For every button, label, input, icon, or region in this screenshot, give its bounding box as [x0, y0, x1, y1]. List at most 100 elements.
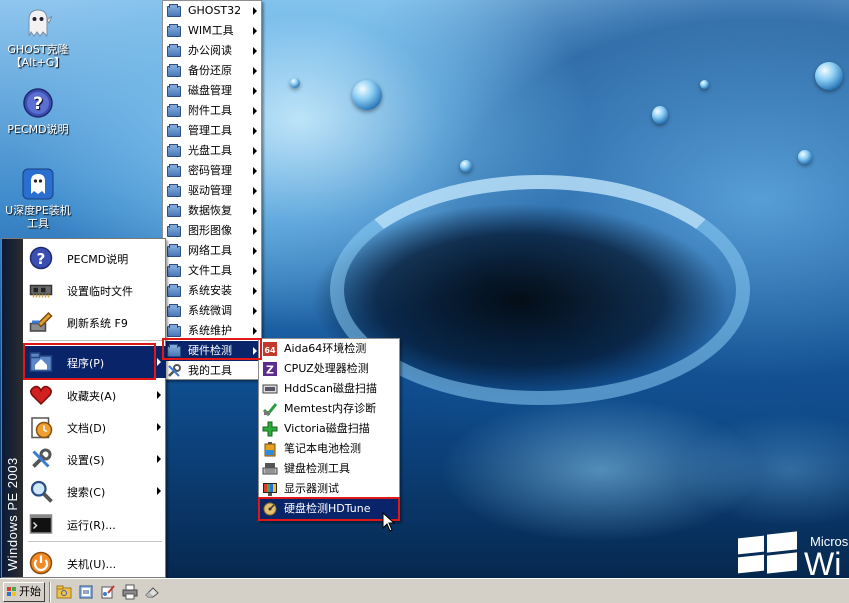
- start-menu-item-label: 刷新系统 F9: [67, 317, 128, 330]
- magnifier-icon: [29, 479, 53, 503]
- programs-menu-item[interactable]: 磁盘管理: [163, 81, 261, 101]
- eraser-icon[interactable]: [144, 584, 160, 600]
- hardware-menu-item[interactable]: Memtest内存诊断: [259, 399, 399, 419]
- programs-menu-item[interactable]: 硬件检测: [163, 341, 261, 361]
- programs-menu-item[interactable]: 文件工具: [163, 261, 261, 281]
- submenu-arrow-icon: [253, 247, 257, 255]
- mouse-cursor-icon: [382, 512, 396, 532]
- hardware-menu-item[interactable]: 键盘检测工具: [259, 459, 399, 479]
- hardware-menu-item[interactable]: HddScan磁盘扫描: [259, 379, 399, 399]
- keyboard-icon: [262, 461, 278, 477]
- programs-menu-item[interactable]: GHOST32: [163, 1, 261, 21]
- victoria-icon: [262, 421, 278, 437]
- start-menu-separator: [28, 340, 162, 341]
- terminal-icon: [29, 512, 53, 536]
- start-menu-item-label: 设置(S): [67, 454, 105, 467]
- desktop-icon-ghost[interactable]: GHOST克隆 【Alt+G】: [0, 6, 76, 69]
- programs-menu-item[interactable]: 密码管理: [163, 161, 261, 181]
- programs-menu-item[interactable]: 系统维护: [163, 321, 261, 341]
- desktop-icon-udeepin-installer[interactable]: U深度PE装机 工具: [0, 167, 76, 230]
- notepad-icon[interactable]: [78, 584, 94, 600]
- programs-folder-icon: [29, 350, 53, 374]
- paint-icon[interactable]: [100, 584, 116, 600]
- programs-menu-item[interactable]: 数据恢复: [163, 201, 261, 221]
- desktop-icon-label: U深度PE装机: [5, 204, 71, 217]
- svg-text:64: 64: [264, 346, 276, 355]
- submenu-arrow-icon: [253, 207, 257, 215]
- programs-menu-item-label: 系统维护: [188, 324, 232, 337]
- start-menu-item[interactable]: 程序(P): [24, 346, 166, 378]
- start-menu-item[interactable]: 关机(U)...: [24, 547, 166, 579]
- programs-menu-item[interactable]: 管理工具: [163, 121, 261, 141]
- programs-menu-item[interactable]: 驱动管理: [163, 181, 261, 201]
- hardware-menu-item-label: HddScan磁盘扫描: [284, 382, 377, 395]
- submenu-arrow-icon: [253, 147, 257, 155]
- hardware-menu-item-label: 硬盘检测HDTune: [284, 502, 371, 515]
- water-drop: [700, 80, 709, 89]
- windows-logo-pane: [738, 554, 764, 574]
- start-menu-item[interactable]: 刷新系统 F9: [24, 306, 166, 338]
- desktop-icon-label: 【Alt+G】: [10, 56, 66, 69]
- programs-menu-item-label: 办公阅读: [188, 44, 232, 57]
- monitor-test-icon: [262, 481, 278, 497]
- programs-menu-item[interactable]: 网络工具: [163, 241, 261, 261]
- desktop-icon-label: GHOST克隆: [7, 43, 69, 56]
- folder-icon: [166, 263, 182, 279]
- start-button[interactable]: 开始: [3, 582, 45, 602]
- programs-menu-item[interactable]: 办公阅读: [163, 41, 261, 61]
- desktop-icon-label: 工具: [27, 217, 49, 230]
- hardware-menu-item[interactable]: 64 Aida64环境检测: [259, 339, 399, 359]
- start-menu-item-label: 设置临时文件: [67, 285, 133, 298]
- submenu-arrow-icon: [253, 87, 257, 95]
- water-drop: [460, 160, 472, 172]
- programs-menu-item[interactable]: WIM工具: [163, 21, 261, 41]
- programs-menu-item[interactable]: 光盘工具: [163, 141, 261, 161]
- submenu-arrow-icon: [253, 7, 257, 15]
- water-drop: [652, 106, 668, 124]
- programs-menu-item-label: 系统安装: [188, 284, 232, 297]
- submenu-arrow-icon: [253, 267, 257, 275]
- start-menu-item[interactable]: ? PECMD说明: [24, 242, 166, 274]
- help-icon: ?: [23, 88, 53, 118]
- hdtune-icon: [262, 501, 278, 517]
- hardware-menu-item[interactable]: 笔记本电池检测: [259, 439, 399, 459]
- hardware-menu-item[interactable]: Z CPUZ处理器检测: [259, 359, 399, 379]
- windows-flag-icon: [7, 587, 17, 597]
- programs-menu-item-label: 密码管理: [188, 164, 232, 177]
- start-menu-item[interactable]: 搜索(C): [24, 475, 166, 507]
- programs-menu-item[interactable]: 附件工具: [163, 101, 261, 121]
- start-menu-item[interactable]: 设置临时文件: [24, 274, 166, 306]
- hardware-menu-item[interactable]: 硬盘检测HDTune: [259, 499, 399, 519]
- hardware-menu-item[interactable]: 显示器测试: [259, 479, 399, 499]
- start-menu-item[interactable]: 文档(D): [24, 411, 166, 443]
- folder-icon: [166, 183, 182, 199]
- start-menu-item[interactable]: 收藏夹(A): [24, 379, 166, 411]
- folder-icon: [166, 103, 182, 119]
- submenu-arrow-icon: [253, 47, 257, 55]
- printer-icon[interactable]: [122, 584, 138, 600]
- folder-icon: [166, 3, 182, 19]
- desktop-icon-pecmd[interactable]: ? PECMD说明: [0, 86, 76, 136]
- programs-menu-item[interactable]: 我的工具: [163, 361, 261, 381]
- hardware-menu-item-label: 显示器测试: [284, 482, 339, 495]
- start-menu-item[interactable]: 设置(S): [24, 443, 166, 475]
- programs-menu-item[interactable]: 备份还原: [163, 61, 261, 81]
- folder-icon: [166, 323, 182, 339]
- start-button-label: 开始: [19, 585, 41, 598]
- hardware-menu-item-label: Memtest内存诊断: [284, 402, 377, 415]
- watermark-text: Wi: [804, 546, 842, 582]
- hardware-menu-item[interactable]: Victoria磁盘扫描: [259, 419, 399, 439]
- programs-menu-item[interactable]: 图形图像: [163, 221, 261, 241]
- windows-logo-pane: [767, 531, 797, 553]
- programs-menu-item[interactable]: 系统微调: [163, 301, 261, 321]
- folder-icon[interactable]: [56, 584, 72, 600]
- folder-icon: [166, 163, 182, 179]
- programs-menu-item[interactable]: 系统安装: [163, 281, 261, 301]
- submenu-arrow-icon: [157, 358, 161, 366]
- start-menu: Windows PE 2003 ? PECMD说明 设置临时文件 刷新系统 F9 程序(…: [1, 238, 166, 578]
- svg-text:?: ?: [33, 94, 43, 114]
- start-menu-item-label: 文档(D): [67, 422, 107, 435]
- folder-icon: [166, 223, 182, 239]
- hardware-menu-item-label: CPUZ处理器检测: [284, 362, 369, 375]
- start-menu-item[interactable]: 运行(R)...: [24, 508, 166, 540]
